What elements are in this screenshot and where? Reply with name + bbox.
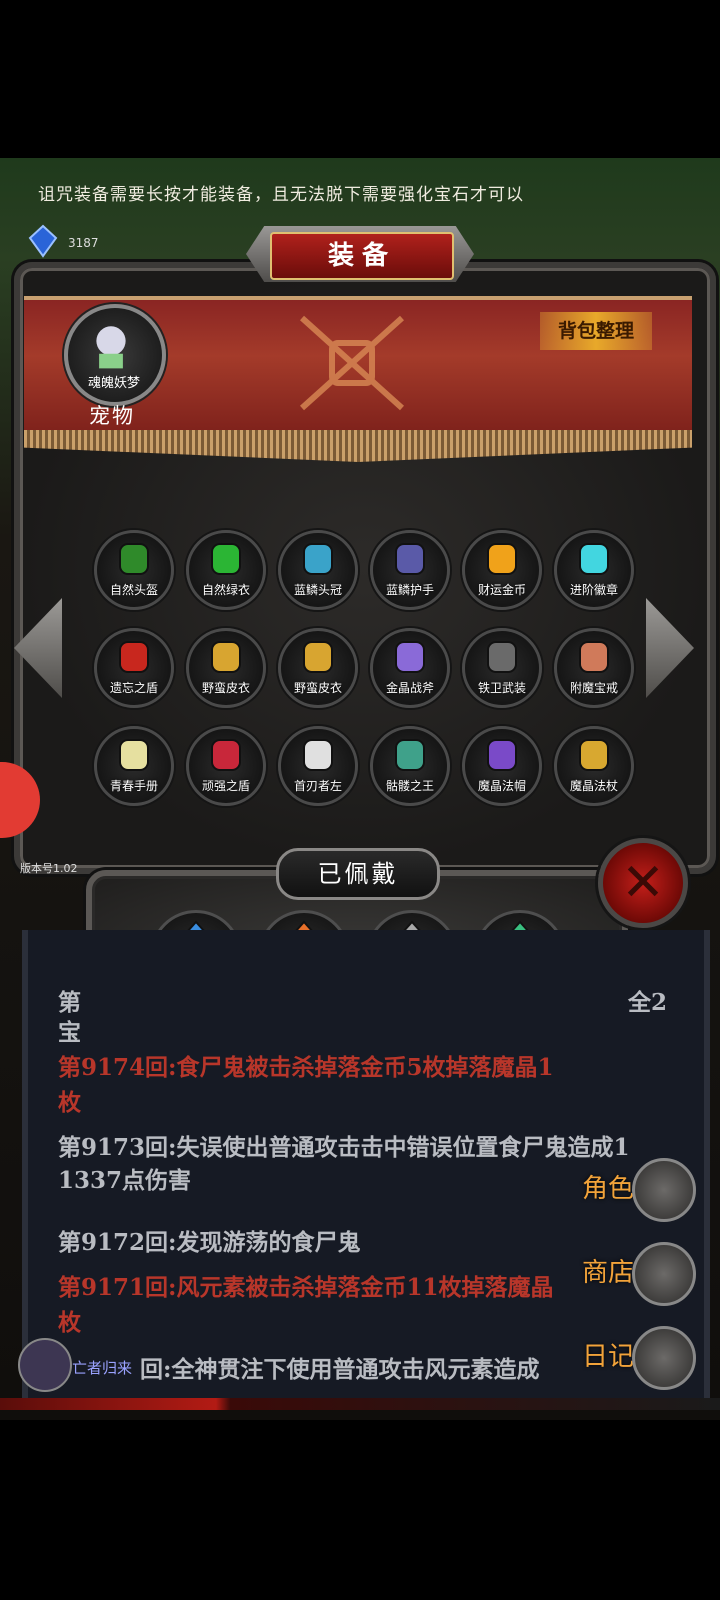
log-line: 第9174回:食尸鬼被击杀掉落金币5枚掉落魔晶1: [58, 1054, 554, 1081]
log-partial-right: 全2: [628, 989, 668, 1016]
gem-count: 3187: [68, 236, 99, 250]
shop-button[interactable]: 商店: [576, 1242, 720, 1306]
inventory-slot[interactable]: 蓝鳞头冠: [278, 530, 358, 610]
inventory-slot[interactable]: 自然绿衣: [186, 530, 266, 610]
inventory-item-name: 进阶徽章: [569, 583, 618, 597]
inventory-slot[interactable]: 野蛮皮衣: [278, 628, 358, 708]
inventory-item-name: 魔晶法帽: [477, 779, 526, 793]
log-line: 枚: [58, 1309, 81, 1336]
round-shield-icon: [203, 735, 249, 775]
shop-label: 商店: [582, 1258, 635, 1288]
log-line: 第9172回:发现游荡的食尸鬼: [58, 1229, 361, 1256]
inventory-item-name: 自然绿衣: [201, 583, 250, 597]
wizard-hat-icon: [479, 735, 525, 775]
inventory-item-name: 铁卫武装: [477, 681, 526, 695]
log-line: 枚: [58, 1089, 81, 1116]
inventory-item-name: 野蛮皮衣: [293, 681, 342, 695]
mace-armor-icon: [479, 637, 525, 677]
player-name: 亡者归来: [72, 1359, 133, 1377]
gold-coin-icon: [479, 539, 525, 579]
inventory-item-name: 首刃者左: [293, 779, 342, 793]
blue-crown-icon: [295, 539, 341, 579]
leopard-coat-icon: [295, 637, 341, 677]
inventory-slot[interactable]: 顽强之盾: [186, 726, 266, 806]
inventory-slot[interactable]: 进阶徽章: [554, 530, 634, 610]
inventory-slot[interactable]: 金晶战斧: [370, 628, 450, 708]
inventory-item-name: 青春手册: [109, 779, 158, 793]
close-icon: ✕: [621, 853, 665, 913]
diary-button[interactable]: 日记: [576, 1326, 720, 1390]
pet-label[interactable]: 宠物: [64, 400, 160, 430]
hp-bar: [0, 1398, 720, 1410]
character-label: 角色: [582, 1174, 635, 1204]
inventory-item-name: 遗忘之盾: [109, 681, 158, 695]
inventory-item-name: 蓝鳞护手: [385, 583, 434, 597]
gem-icon: [28, 224, 58, 258]
log-line: 1337点伤害: [58, 1167, 192, 1194]
star-badge-icon: [571, 539, 617, 579]
inventory-item-name: 自然头盔: [109, 583, 158, 597]
inventory-slot[interactable]: 铁卫武装: [462, 628, 542, 708]
close-button[interactable]: ✕: [598, 838, 688, 928]
curse-notice: 诅咒装备需要长按才能装备，且无法脱下需要强化宝石才可以: [38, 185, 524, 205]
inventory-item-name: 蓝鳞头冠: [293, 583, 342, 597]
dialog-title: 装备: [270, 232, 454, 280]
inventory-slot[interactable]: 自然头盔: [94, 530, 174, 610]
inventory-slot[interactable]: 财运金币: [462, 530, 542, 610]
inventory-slot[interactable]: 魔晶法帽: [462, 726, 542, 806]
log-line: 回:全神贯注下使用普通攻击风元素造成: [140, 1356, 540, 1383]
inventory-item-name: 骷髅之王: [385, 779, 434, 793]
green-helmet-icon: [111, 539, 157, 579]
inventory-slot[interactable]: 魔晶法杖: [554, 726, 634, 806]
leopard-coat-icon: [203, 637, 249, 677]
axe-icon: [387, 637, 433, 677]
sort-bag-button[interactable]: 背包整理: [540, 312, 652, 350]
log-line: 第9171回:风元素被击杀掉落金币11枚掉落魔晶: [58, 1274, 554, 1301]
log-line: 第9173回:失误使出普通攻击击中错误位置食尸鬼造成1: [58, 1134, 630, 1161]
worn-title: 已佩戴: [276, 848, 440, 900]
character-button[interactable]: 角色: [576, 1158, 720, 1222]
inventory-slot[interactable]: 蓝鳞护手: [370, 530, 450, 610]
player-avatar[interactable]: [18, 1338, 72, 1392]
blade-icon: [295, 735, 341, 775]
inventory-slot[interactable]: 青春手册: [94, 726, 174, 806]
skeleton-king-icon: [387, 735, 433, 775]
inventory-slot[interactable]: 骷髅之王: [370, 726, 450, 806]
inventory-item-name: 顽强之盾: [201, 779, 250, 793]
inventory-item-name: 野蛮皮衣: [201, 681, 250, 695]
inventory-slot[interactable]: 附魔宝戒: [554, 628, 634, 708]
pet-name: 魂魄妖梦: [87, 376, 140, 391]
ring-icon: [571, 637, 617, 677]
log-partial-left2: 宝: [58, 1019, 81, 1046]
red-shield-icon: [111, 637, 157, 677]
beer-mug-icon: [632, 1242, 696, 1306]
green-armor-icon: [203, 539, 249, 579]
inventory-slot[interactable]: 野蛮皮衣: [186, 628, 266, 708]
crossed-swords-emblem-icon: [299, 315, 405, 411]
inventory-item-name: 附魔宝戒: [569, 681, 618, 695]
inventory-slot[interactable]: 遗忘之盾: [94, 628, 174, 708]
inventory-slot[interactable]: 首刃者左: [278, 726, 358, 806]
journal-icon: [632, 1326, 696, 1390]
version-label: 版本号1.02: [20, 862, 78, 875]
inventory-item-name: 金晶战斧: [385, 681, 434, 695]
book-icon: [111, 735, 157, 775]
inventory-item-name: 财运金币: [477, 583, 526, 597]
diary-label: 日记: [582, 1342, 635, 1372]
staff-icon: [571, 735, 617, 775]
gauntlet-icon: [387, 539, 433, 579]
inventory-item-name: 魔晶法杖: [569, 779, 618, 793]
knight-helmet-icon: [632, 1158, 696, 1222]
